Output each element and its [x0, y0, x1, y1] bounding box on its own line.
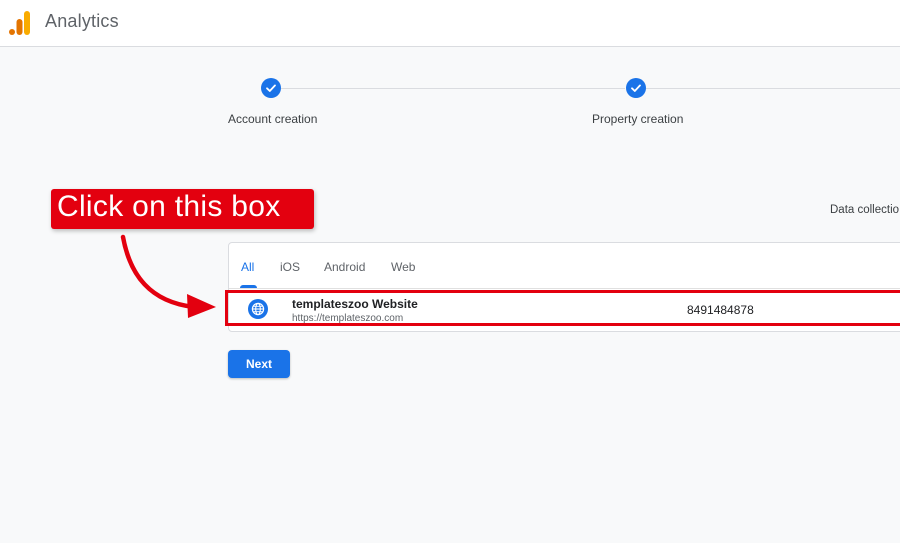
analytics-logo-icon[interactable] — [9, 11, 31, 35]
stream-url: https://templateszoo.com — [292, 313, 404, 324]
stream-id: 8491484878 — [687, 303, 754, 317]
annotation-callout: Click on this box — [51, 189, 314, 229]
data-stream-row[interactable]: templateszoo Website https://templateszo… — [229, 289, 900, 329]
active-tab-indicator — [240, 285, 257, 288]
globe-icon — [248, 299, 268, 319]
stepper-connector — [280, 88, 625, 89]
step-label-account-creation: Account creation — [228, 112, 318, 126]
top-bar: Analytics — [0, 0, 900, 47]
tab-ios[interactable]: iOS — [280, 260, 300, 274]
tab-web[interactable]: Web — [391, 260, 415, 274]
check-icon — [261, 78, 281, 98]
step-label-property-creation: Property creation — [592, 112, 684, 126]
next-button[interactable]: Next — [228, 350, 290, 378]
platform-tabs: All iOS Android Web — [229, 243, 900, 289]
data-collection-heading: Data collectio — [830, 204, 900, 216]
analytics-setup-page: Analytics Account creation Property crea… — [0, 0, 900, 543]
tab-android[interactable]: Android — [324, 260, 365, 274]
callout-text: Click on this box — [57, 190, 281, 223]
check-icon — [626, 78, 646, 98]
stream-name: templateszoo Website — [292, 297, 418, 311]
stepper-connector — [646, 88, 900, 89]
data-streams-card: All iOS Android Web templateszoo Website… — [228, 242, 900, 332]
app-title: Analytics — [45, 11, 119, 31]
tab-all[interactable]: All — [241, 260, 254, 274]
